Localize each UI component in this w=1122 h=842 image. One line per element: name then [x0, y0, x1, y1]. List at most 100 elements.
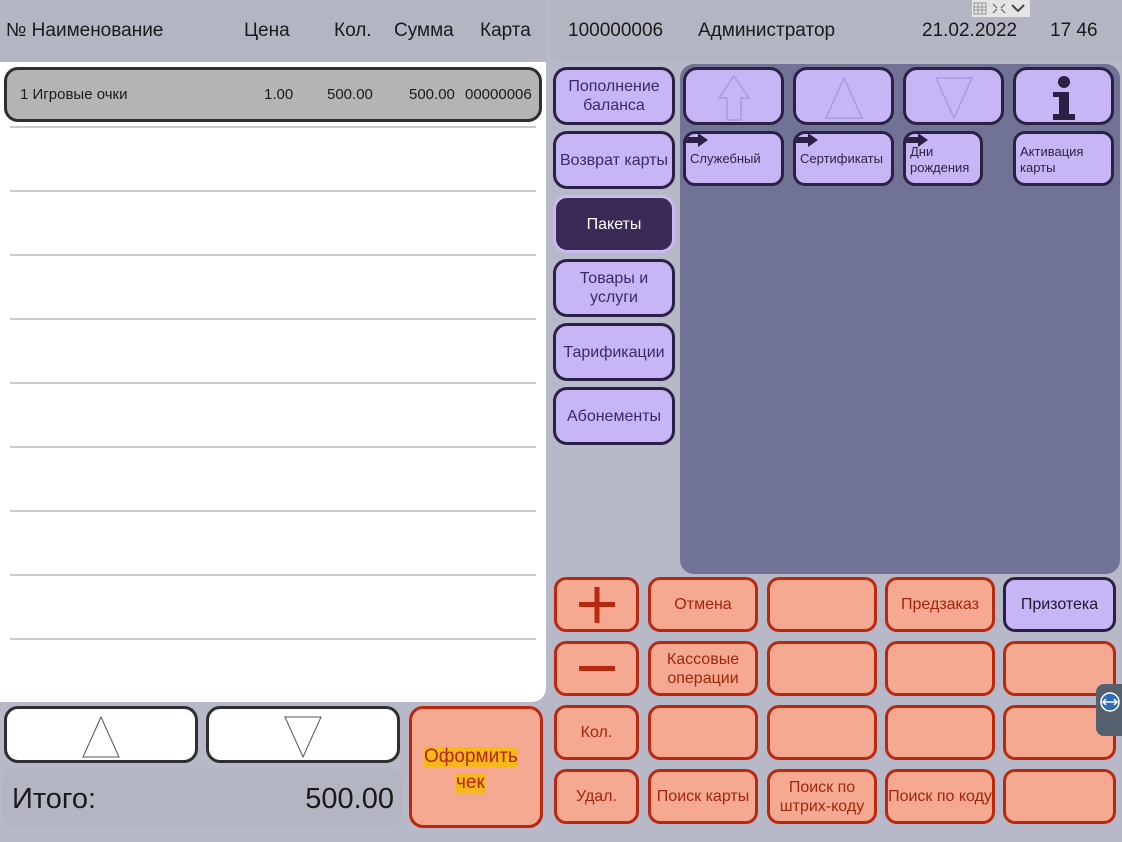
search-card-label: Поиск карты: [656, 788, 750, 805]
row-divider: [10, 254, 536, 256]
info-icon: [1052, 76, 1075, 120]
scroll-down-button[interactable]: [206, 706, 400, 763]
row-card: 00000006: [465, 86, 532, 103]
tile-card-activation[interactable]: Активация карты: [1013, 131, 1114, 186]
tile-label: Служебный: [690, 151, 761, 166]
row-divider: [10, 574, 536, 576]
quantity-label: Кол.: [580, 724, 613, 741]
row-divider: [10, 190, 536, 192]
nav-down-button[interactable]: [903, 67, 1004, 125]
plus-icon: [578, 586, 615, 623]
empty-key[interactable]: [885, 705, 995, 760]
cash-operations-label: Кассовые операции: [666, 650, 740, 687]
category-subscriptions[interactable]: Абонементы: [553, 387, 675, 445]
tile-certificates[interactable]: Сертификаты: [793, 131, 894, 186]
preorder-label: Предзаказ: [901, 596, 979, 613]
scroll-up-button[interactable]: [4, 706, 198, 763]
arrow-right-icon: [686, 134, 708, 147]
checkout-button[interactable]: Оформить чек: [409, 706, 543, 828]
cash-operations-button[interactable]: Кассовые операции: [648, 641, 758, 696]
row-divider: [10, 510, 536, 512]
status-header: 100000006 Администратор 21.02.2022 17 46: [550, 0, 1122, 62]
row-price: 1.00: [264, 86, 294, 103]
window-controls[interactable]: [972, 0, 1030, 17]
plus-button[interactable]: [554, 577, 639, 632]
remote-control-tab[interactable]: [1096, 684, 1122, 736]
triangle-up-icon: [82, 715, 120, 758]
category-goods-services[interactable]: Товары и услуги: [553, 259, 675, 317]
search-barcode-button[interactable]: Поиск по штрих-коду: [767, 769, 877, 824]
window-menu-icon: [973, 2, 1025, 15]
up-icon: [824, 76, 863, 119]
total-box: Итого: 500.00: [2, 769, 402, 827]
search-code-button[interactable]: Поиск по коду: [885, 769, 995, 824]
row-divider: [10, 126, 536, 128]
terminal-id: 100000006: [568, 20, 664, 41]
triangle-down-icon: [284, 716, 322, 759]
cancel-label: Отмена: [674, 596, 732, 613]
remote-arrows-icon: [1100, 692, 1120, 712]
row-name: 1 Игровые очки: [20, 86, 128, 103]
down-icon: [934, 77, 973, 120]
row-divider: [10, 318, 536, 320]
tile-birthdays[interactable]: Дни рождения: [903, 131, 983, 186]
up-home-icon: [717, 74, 750, 121]
empty-key[interactable]: [1003, 769, 1116, 824]
category-label: Тарификации: [563, 343, 665, 361]
tile-label: Активация карты: [1020, 144, 1084, 175]
prizes-button[interactable]: Призотека: [1003, 577, 1116, 632]
quantity-button[interactable]: Кол.: [554, 705, 639, 760]
receipt-list: 1 Игровые очки 1.00 500.00 500.00 000000…: [0, 62, 546, 702]
row-sum: 500.00: [409, 86, 455, 103]
tile-label: Сертификаты: [800, 151, 883, 166]
row-divider: [10, 382, 536, 384]
date-display: 21.02.2022: [922, 20, 1018, 41]
nav-home-button[interactable]: [683, 67, 784, 125]
category-label: Возврат карты: [559, 151, 669, 169]
total-label: Итого:: [12, 783, 97, 815]
arrow-right-icon: [796, 134, 818, 147]
category-tariffs[interactable]: Тарификации: [553, 323, 675, 381]
empty-key[interactable]: [885, 641, 995, 696]
empty-key[interactable]: [648, 705, 758, 760]
category-label: Товары и услуги: [579, 270, 649, 306]
delete-button[interactable]: Удал.: [554, 769, 639, 824]
receipt-header: № Наименование Цена Кол. Сумма Карта: [0, 0, 546, 62]
minus-button[interactable]: [554, 641, 639, 696]
info-button[interactable]: [1013, 67, 1114, 125]
checkout-label-line1: Оформить: [424, 746, 518, 767]
total-value: 500.00: [305, 783, 394, 815]
category-top-up-balance[interactable]: Пополнение баланса: [553, 67, 675, 125]
col-card-header: Карта: [480, 20, 531, 41]
empty-key[interactable]: [767, 641, 877, 696]
table-row[interactable]: 1 Игровые очки 1.00 500.00 500.00 000000…: [4, 67, 542, 122]
empty-key[interactable]: [767, 577, 877, 632]
category-label: Пополнение баланса: [568, 78, 660, 114]
row-divider: [10, 446, 536, 448]
search-barcode-label: Поиск по штрих-коду: [779, 778, 865, 815]
minus-icon: [578, 665, 615, 671]
category-label: Пакеты: [586, 215, 642, 233]
search-card-button[interactable]: Поиск карты: [648, 769, 758, 824]
col-sum-header: Сумма: [394, 20, 454, 41]
col-name-header: № Наименование: [6, 20, 164, 41]
col-qty-header: Кол.: [334, 20, 372, 41]
time-display: 17 46: [1050, 20, 1098, 41]
empty-key[interactable]: [767, 705, 877, 760]
nav-up-button[interactable]: [793, 67, 894, 125]
checkout-label-line2: чек: [456, 772, 485, 793]
tile-label: Дни рождения: [910, 144, 970, 175]
preorder-button[interactable]: Предзаказ: [885, 577, 995, 632]
prizes-label: Призотека: [1020, 596, 1099, 613]
category-packages[interactable]: Пакеты: [553, 195, 675, 253]
row-divider: [10, 638, 536, 640]
category-card-return[interactable]: Возврат карты: [553, 131, 675, 189]
delete-label: Удал.: [576, 788, 617, 805]
category-label: Абонементы: [566, 407, 662, 425]
tile-service[interactable]: Служебный: [683, 131, 784, 186]
cancel-button[interactable]: Отмена: [648, 577, 758, 632]
search-code-label: Поиск по коду: [888, 788, 992, 805]
user-name: Администратор: [698, 20, 836, 41]
arrow-right-icon: [906, 134, 928, 147]
col-price-header: Цена: [244, 20, 290, 41]
